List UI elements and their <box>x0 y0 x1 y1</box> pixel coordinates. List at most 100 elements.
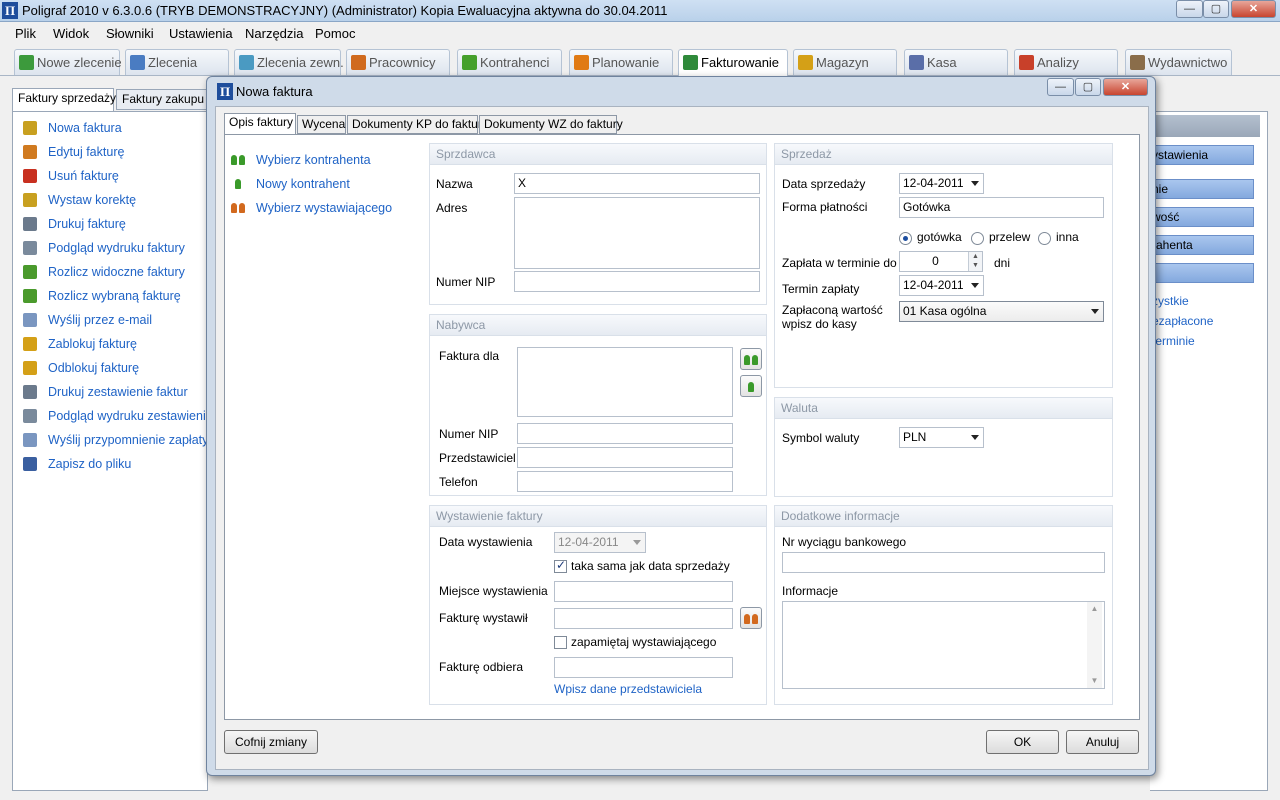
tab-nowe-zlecenie[interactable]: Nowe zlecenie <box>14 49 122 75</box>
select-issuer-button[interactable] <box>740 607 762 629</box>
new-contractor-icon[interactable] <box>231 175 247 193</box>
close-button[interactable]: ✕ <box>1231 0 1276 18</box>
tab-pracownicy[interactable]: Pracownicy <box>346 49 450 75</box>
seller-address-field[interactable] <box>514 197 760 269</box>
same-as-sale-checkbox[interactable] <box>554 558 567 573</box>
right-button-2[interactable]: nie <box>1150 179 1254 199</box>
correction-icon <box>23 193 37 207</box>
menu-narzedzia[interactable]: Narzędzia <box>245 26 304 41</box>
buyer-nip-label: Numer NIP <box>439 427 499 441</box>
stepper-arrows-icon[interactable]: ▲ ▼ <box>968 252 982 271</box>
new-contractor-button[interactable] <box>740 375 762 397</box>
menu-slowniki[interactable]: Słowniki <box>106 26 154 41</box>
contractors-icon <box>462 55 477 70</box>
maximize-button[interactable]: ▢ <box>1203 0 1229 18</box>
tab-dokumenty-kp[interactable]: Dokumenty KP do faktury <box>347 115 488 134</box>
undo-changes-button[interactable]: Cofnij zmiany <box>224 730 318 754</box>
paid-label-line1: Zapłaconą wartość <box>782 303 883 317</box>
right-button-4[interactable]: rahenta <box>1150 235 1254 255</box>
warehouse-icon <box>798 55 813 70</box>
tab-fakturowanie[interactable]: Fakturowanie <box>678 49 788 77</box>
menu-pomoc[interactable]: Pomoc <box>315 26 355 41</box>
select-contractor-icon[interactable] <box>231 151 247 169</box>
right-link-2[interactable]: ezapłacone <box>1152 314 1213 328</box>
select-issuer-icon[interactable] <box>231 199 247 217</box>
payment-other-radio[interactable] <box>1038 232 1051 245</box>
tab-magazyn[interactable]: Magazyn <box>793 49 897 75</box>
payment-transfer-radio[interactable] <box>971 232 984 245</box>
currency-select[interactable]: PLN <box>899 427 984 448</box>
bank-statement-field[interactable] <box>782 552 1105 573</box>
select-issuer-link[interactable]: Wybierz wystawiającego <box>256 201 392 215</box>
info-scrollbar[interactable]: ▲ ▼ <box>1087 602 1102 688</box>
seller-name-field[interactable]: X <box>514 173 760 194</box>
menu-widok[interactable]: Widok <box>53 26 89 41</box>
new-contractor-link[interactable]: Nowy kontrahent <box>256 177 350 191</box>
buyer-rep-label: Przedstawiciel <box>439 451 516 465</box>
sale-date-field[interactable]: 12-04-2011 <box>899 173 984 194</box>
issued-by-field[interactable] <box>554 608 733 629</box>
tab-dokumenty-wz[interactable]: Dokumenty WZ do faktury <box>479 115 623 134</box>
tab-kasa[interactable]: Kasa <box>904 49 1008 75</box>
tab-zlecenia-zewn[interactable]: Zlecenia zewn. <box>234 49 344 75</box>
menu-plik[interactable]: Plik <box>15 26 36 41</box>
issue-place-label: Miejsce wystawienia <box>439 584 548 598</box>
info-label: Informacje <box>782 584 839 598</box>
dialog-title: Nowa faktura <box>236 84 313 99</box>
seller-nip-label: Numer NIP <box>436 275 496 289</box>
tab-zlecenia[interactable]: Zlecenia <box>125 49 229 75</box>
payment-cash-radio[interactable] <box>899 232 912 245</box>
due-in-stepper[interactable]: 0 ▲ ▼ <box>899 251 983 272</box>
currency-symbol-label: Symbol waluty <box>782 431 860 445</box>
issue-place-field[interactable] <box>554 581 733 602</box>
right-link-3[interactable]: terminie <box>1152 334 1195 348</box>
edit-invoice-icon <box>23 145 37 159</box>
right-button-1[interactable]: ystawienia <box>1150 145 1254 165</box>
tab-planowanie[interactable]: Planowanie <box>569 49 673 75</box>
settle-selected-icon <box>23 289 37 303</box>
dialog-minimize-button[interactable]: — <box>1047 78 1074 96</box>
payment-form-field[interactable]: Gotówka <box>899 197 1104 218</box>
buyer-invoice-for-field[interactable] <box>517 347 733 417</box>
dialog-close-button[interactable]: ✕ <box>1103 78 1148 96</box>
summary-preview-icon <box>23 409 37 423</box>
enter-rep-link[interactable]: Wpisz dane przedstawiciela <box>554 682 702 696</box>
buyer-phone-field[interactable] <box>517 471 733 492</box>
seller-nip-field[interactable] <box>514 271 760 292</box>
right-panel-header <box>1150 115 1260 137</box>
invoicing-icon <box>683 55 698 70</box>
cash-register-select[interactable]: 01 Kasa ogólna <box>899 301 1104 322</box>
publishing-icon <box>1130 55 1145 70</box>
issue-date-field[interactable]: 12-04-2011 <box>554 532 646 553</box>
menu-ustawienia[interactable]: Ustawienia <box>169 26 233 41</box>
buyer-nip-field[interactable] <box>517 423 733 444</box>
tab-opis-faktury[interactable]: Opis faktury <box>224 113 296 135</box>
buyer-phone-label: Telefon <box>439 475 478 489</box>
dialog-maximize-button[interactable]: ▢ <box>1075 78 1101 96</box>
tab-analizy[interactable]: Analizy <box>1014 49 1118 75</box>
tab-faktury-sprzedazy[interactable]: Faktury sprzedaży <box>12 88 116 111</box>
cancel-button[interactable]: Anuluj <box>1066 730 1139 754</box>
received-by-field[interactable] <box>554 657 733 678</box>
ok-button[interactable]: OK <box>986 730 1059 754</box>
select-contractor-link[interactable]: Wybierz kontrahenta <box>256 153 371 167</box>
minimize-button[interactable]: — <box>1176 0 1203 18</box>
select-contractor-button[interactable] <box>740 348 762 370</box>
scroll-down-icon[interactable]: ▼ <box>1087 674 1102 688</box>
remember-issuer-checkbox[interactable] <box>554 636 567 649</box>
info-textarea[interactable] <box>782 601 1105 689</box>
chevron-down-icon <box>1091 309 1099 314</box>
tab-kontrahenci[interactable]: Kontrahenci <box>457 49 562 75</box>
tab-wycena[interactable]: Wycena <box>297 115 346 134</box>
buyer-group: Nabywca Faktura dla Numer NIP Przedstawi… <box>429 314 767 496</box>
seller-name-label: Nazwa <box>436 177 473 191</box>
right-link-1[interactable]: zystkie <box>1152 294 1189 308</box>
buyer-rep-field[interactable] <box>517 447 733 468</box>
tab-faktury-zakupu[interactable]: Faktury zakupu <box>116 89 208 110</box>
scroll-up-icon[interactable]: ▲ <box>1087 602 1102 616</box>
poligraf-logo-icon: Π <box>217 83 233 100</box>
right-button-5[interactable] <box>1150 263 1254 283</box>
tab-wydawnictwo[interactable]: Wydawnictwo <box>1125 49 1232 75</box>
due-date-field[interactable]: 12-04-2011 <box>899 275 984 296</box>
right-button-3[interactable]: wość <box>1150 207 1254 227</box>
